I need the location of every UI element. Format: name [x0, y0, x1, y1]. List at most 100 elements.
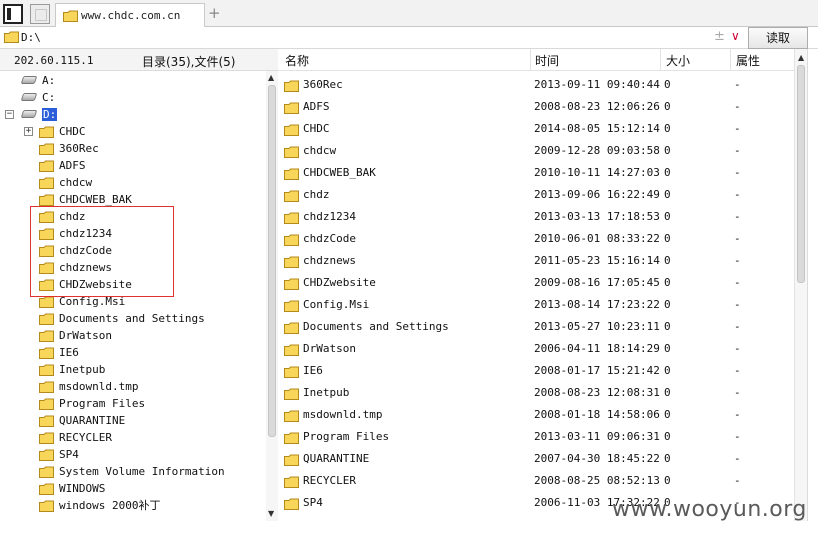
item-counts: 目录(35),文件(5) [142, 55, 236, 69]
scroll-up-icon[interactable]: ▲ [798, 53, 804, 62]
panel-toggle-icon[interactable] [3, 4, 23, 24]
file-name: chdcw [303, 144, 337, 157]
file-attr: - [734, 342, 741, 355]
scroll-down-icon[interactable]: ▼ [268, 509, 274, 518]
tab-title: www.chdc.com.cn [81, 9, 181, 22]
folder-icon [39, 347, 54, 359]
list-scrollbar[interactable]: ▲ [794, 49, 807, 521]
address-bar: ± ∨ 读取 [0, 27, 818, 49]
list-row[interactable]: CHDC 2014-08-05 15:12:14 0 - [278, 118, 794, 140]
list-row[interactable]: msdownld.tmp 2008-01-18 14:58:06 0 - [278, 404, 794, 426]
list-row[interactable]: Documents and Settings 2013-05-27 10:23:1… [278, 316, 794, 338]
folder-tree: A: C: − D: + CHDC 360Rec ADFS chdcw CHDCWEB_… [5, 74, 225, 512]
drive-icon [20, 76, 38, 84]
folder-icon [39, 415, 54, 427]
column-time[interactable]: 时间 [535, 52, 559, 69]
tree-folder-label: Inetpub [59, 363, 106, 376]
file-name: ADFS [303, 100, 330, 113]
tab-chdc[interactable]: www.chdc.com.cn [55, 3, 205, 27]
file-size: 0 [664, 320, 671, 333]
column-size[interactable]: 大小 [666, 52, 690, 69]
file-attr: - [734, 188, 741, 201]
folder-icon [284, 322, 299, 334]
list-row[interactable]: DrWatson 2006-04-11 18:14:29 0 - [278, 338, 794, 360]
file-name: Program Files [303, 430, 390, 443]
file-name: chdz [303, 188, 330, 201]
file-attr: - [734, 474, 741, 487]
folder-icon [284, 168, 299, 180]
column-name[interactable]: 名称 [285, 52, 309, 69]
folder-icon [63, 10, 78, 22]
tree-folder-label: chdcw [59, 176, 93, 189]
list-row[interactable]: Program Files 2013-03-11 09:06:31 0 - [278, 426, 794, 448]
scroll-thumb[interactable] [268, 85, 276, 437]
folder-icon [284, 124, 299, 136]
collapse-toggle[interactable]: − [5, 110, 14, 119]
column-attr[interactable]: 属性 [736, 52, 760, 69]
file-size: 0 [664, 364, 671, 377]
plus-minus-button[interactable]: ± [714, 29, 725, 44]
list-row[interactable]: chdcw 2009-12-28 09:03:58 0 - [278, 140, 794, 162]
file-time: 2009-08-16 17:05:45 [534, 276, 660, 289]
file-name: Inetpub [303, 386, 350, 399]
file-size: 0 [664, 188, 671, 201]
list-row[interactable]: RECYCLER 2008-08-25 08:52:13 0 - [278, 470, 794, 492]
file-attr: - [734, 386, 741, 399]
file-attr: - [734, 232, 741, 245]
file-attr: - [734, 408, 741, 421]
file-size: 0 [664, 430, 671, 443]
list-row[interactable]: CHDZwebsite 2009-08-16 17:05:45 0 - [278, 272, 794, 294]
tree-folder-label: RECYCLER [59, 431, 112, 444]
list-row[interactable]: Config.Msi 2013-08-14 17:23:22 0 - [278, 294, 794, 316]
file-attr: - [734, 320, 741, 333]
scroll-up-icon[interactable]: ▲ [268, 73, 274, 82]
list-row[interactable]: ADFS 2008-08-23 12:06:26 0 - [278, 96, 794, 118]
expand-toggle[interactable]: + [24, 127, 33, 136]
tree-scrollbar[interactable]: ▲ ▼ [266, 71, 278, 521]
file-name: Documents and Settings [303, 320, 449, 333]
file-time: 2008-08-25 08:52:13 [534, 474, 660, 487]
folder-icon [39, 160, 54, 172]
scroll-thumb[interactable] [797, 65, 805, 283]
file-name: Config.Msi [303, 298, 370, 311]
list-row[interactable]: QUARANTINE 2007-04-30 18:45:22 0 - [278, 448, 794, 470]
file-attr: - [734, 166, 741, 179]
status-bar: 202.60.115.1 目录(35),文件(5) [0, 49, 278, 71]
list-row[interactable]: chdznews 2011-05-23 15:16:14 0 - [278, 250, 794, 272]
path-input[interactable] [21, 31, 711, 44]
folder-icon [284, 278, 299, 290]
list-row[interactable]: chdz1234 2013-03-13 17:18:53 0 - [278, 206, 794, 228]
folder-icon [284, 344, 299, 356]
tree-folder-label: CHDC [59, 125, 86, 138]
folder-icon [39, 500, 54, 512]
tree-folder-label: DrWatson [59, 329, 112, 342]
add-tab-button[interactable]: + [208, 4, 221, 22]
file-attr: - [734, 452, 741, 465]
file-size: 0 [664, 166, 671, 179]
window-icon[interactable] [30, 4, 50, 24]
drive-icon [20, 110, 38, 118]
tree-folder-label: System Volume Information [59, 465, 225, 478]
folder-icon [284, 388, 299, 400]
file-name: msdownld.tmp [303, 408, 383, 421]
list-row[interactable]: 360Rec 2013-09-11 09:40:44 0 - [278, 74, 794, 96]
chevron-down-icon[interactable]: ∨ [731, 29, 740, 43]
file-time: 2006-04-11 18:14:29 [534, 342, 660, 355]
file-attr: - [734, 78, 741, 91]
list-row[interactable]: chdzCode 2010-06-01 08:33:22 0 - [278, 228, 794, 250]
list-row[interactable]: IE6 2008-01-17 15:21:42 0 - [278, 360, 794, 382]
file-size: 0 [664, 210, 671, 223]
tree-folder-label: QUARANTINE [59, 414, 126, 427]
file-size: 0 [664, 122, 671, 135]
list-row[interactable]: Inetpub 2008-08-23 12:08:31 0 - [278, 382, 794, 404]
file-size: 0 [664, 232, 671, 245]
read-button[interactable]: 读取 [748, 27, 808, 49]
folder-icon [284, 234, 299, 246]
folder-icon [39, 381, 54, 393]
file-time: 2010-10-11 14:27:03 [534, 166, 660, 179]
file-attr: - [734, 276, 741, 289]
folder-icon [39, 194, 54, 206]
list-row[interactable]: chdz 2013-09-06 16:22:49 0 - [278, 184, 794, 206]
list-row[interactable]: CHDCWEB_BAK 2010-10-11 14:27:03 0 - [278, 162, 794, 184]
file-size: 0 [664, 100, 671, 113]
